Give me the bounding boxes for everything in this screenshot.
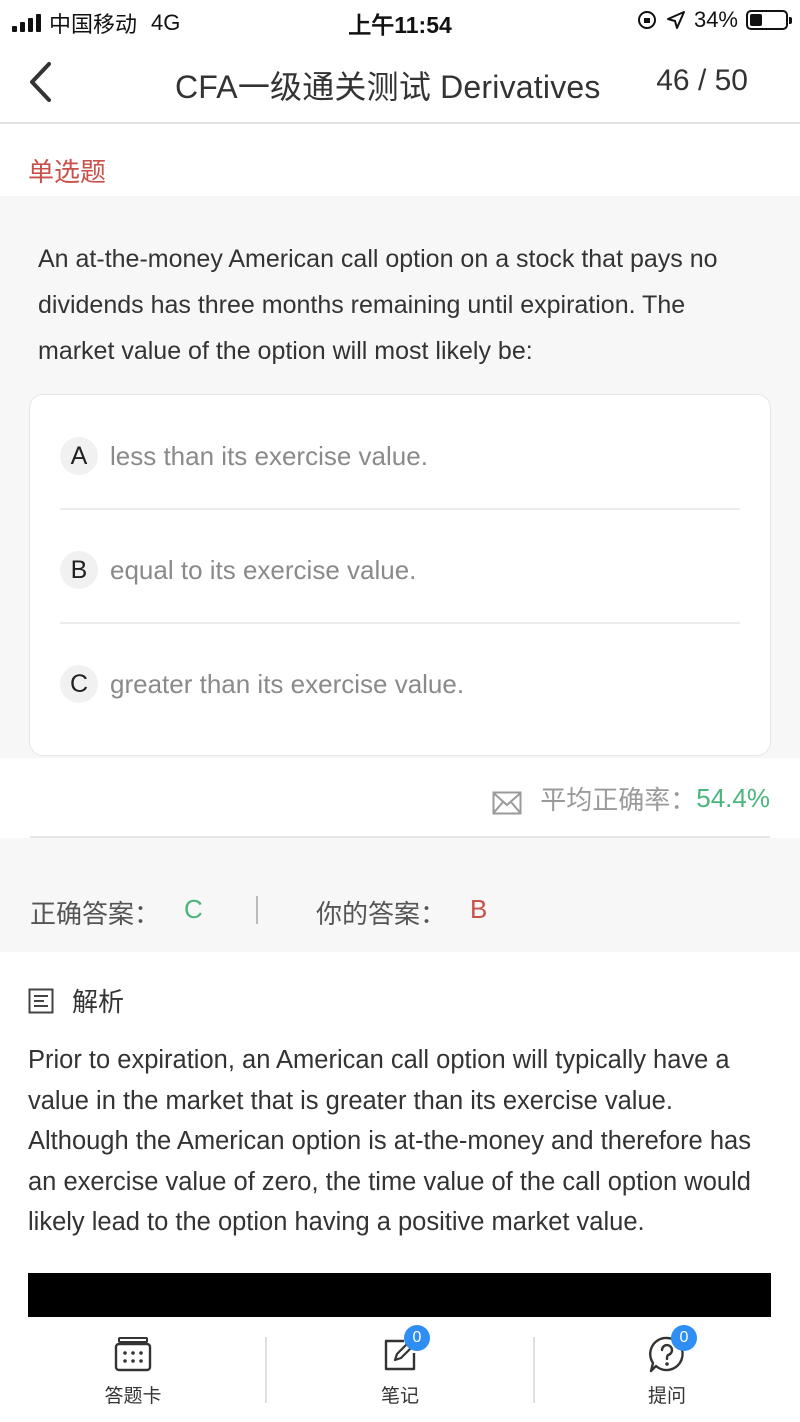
tab-label: 答题卡 — [104, 1386, 162, 1407]
accuracy-label: 平均正确率： — [540, 785, 697, 815]
stats-band: 平均正确率： 54.4% — [0, 758, 800, 838]
answer-card-icon — [114, 1337, 152, 1372]
your-answer-value: B — [470, 894, 488, 924]
battery-fill — [750, 14, 762, 26]
analysis-header: 解析 — [28, 982, 124, 1019]
media-placeholder — [28, 1273, 771, 1317]
mail-icon — [492, 791, 522, 814]
status-bar: 中国移动 4G 上午11:54 34% — [0, 0, 800, 40]
accuracy-value: 54.4% — [696, 783, 770, 813]
orientation-lock-icon — [637, 11, 656, 29]
tab-bar: 答题卡 0 笔记 0 提问 — [0, 1317, 800, 1422]
chevron-left-icon — [30, 62, 51, 102]
status-right: 34% — [636, 7, 792, 33]
battery-percent: 34% — [693, 7, 738, 32]
options-card: A less than its exercise value. B equal … — [29, 394, 771, 756]
analysis-title: 解析 — [72, 987, 125, 1017]
question-type: 单选题 — [28, 157, 107, 187]
correct-answer-value: C — [184, 894, 203, 924]
questions-badge: 0 — [671, 1325, 697, 1351]
average-accuracy: 平均正确率： 54.4% — [492, 780, 770, 817]
nav-bar: CFA一级通关测试 Derivatives 46 / 50 — [0, 40, 800, 124]
your-answer-label: 你的答案： — [316, 899, 447, 929]
tab-label: 提问 — [647, 1386, 686, 1407]
page-title: CFA一级通关测试 Derivatives — [175, 69, 601, 105]
option-text: equal to its exercise value. — [110, 554, 417, 585]
option-letter: B — [60, 551, 98, 589]
option-c[interactable]: C greater than its exercise value. — [60, 627, 740, 741]
option-letter: C — [60, 665, 98, 703]
tab-label: 笔记 — [380, 1386, 419, 1407]
question-area: An at-the-money American call option on … — [0, 196, 800, 758]
tab-ask-question[interactable]: 0 提问 — [534, 1317, 800, 1422]
correct-answer-label: 正确答案： — [30, 899, 161, 929]
battery-icon — [746, 10, 792, 30]
option-text: less than its exercise value. — [110, 440, 428, 471]
divider — [60, 622, 740, 624]
answer-separator — [256, 896, 258, 924]
notes-badge: 0 — [404, 1325, 430, 1351]
option-letter: A — [60, 437, 98, 475]
back-button[interactable] — [20, 58, 60, 106]
option-text: greater than its exercise value. — [110, 668, 465, 699]
question-text: An at-the-money American call option on … — [38, 245, 718, 365]
question-type-band: 单选题 — [0, 138, 800, 196]
option-b[interactable]: B equal to its exercise value. — [60, 513, 740, 627]
document-icon — [28, 988, 54, 1013]
answers-band: 正确答案： C 你的答案： B — [0, 838, 800, 952]
location-arrow-icon — [666, 11, 685, 29]
tab-answer-card[interactable]: 答题卡 — [0, 1317, 266, 1422]
question-progress: 46 / 50 — [656, 64, 748, 97]
tab-notes[interactable]: 0 笔记 — [267, 1317, 533, 1422]
divider — [60, 508, 740, 510]
analysis-text: Prior to expiration, an American call op… — [28, 1046, 751, 1237]
option-a[interactable]: A less than its exercise value. — [60, 399, 740, 513]
